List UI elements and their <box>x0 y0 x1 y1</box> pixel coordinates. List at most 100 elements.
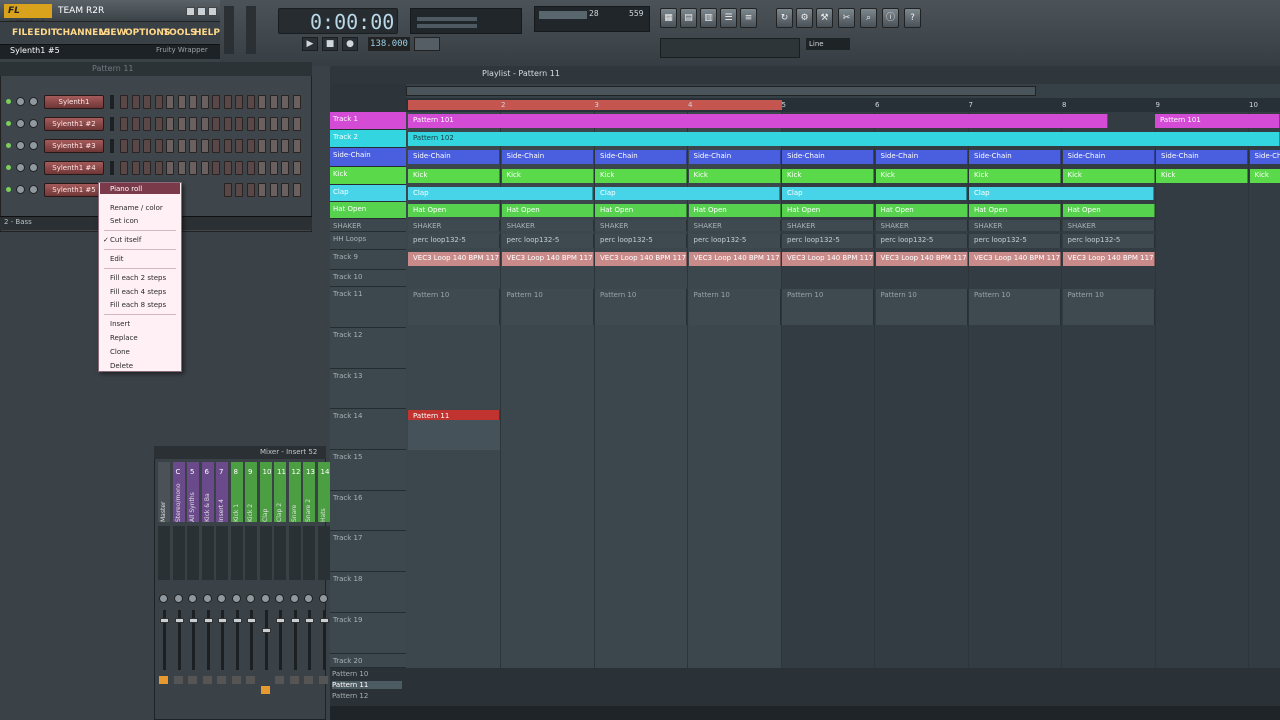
audio-clip[interactable]: VEC3 Loop 140 BPM 117 <box>875 252 968 266</box>
mixer-pan-knob[interactable] <box>173 594 183 603</box>
audio-clip[interactable]: perc loop132-5 <box>875 234 968 248</box>
mixer-pan-knob[interactable] <box>304 594 313 603</box>
track-header[interactable]: Track 11 <box>330 287 406 328</box>
mixer-pan-knob[interactable] <box>217 594 226 603</box>
mixer-pan-knob[interactable] <box>246 594 255 603</box>
audio-clip[interactable]: VEC3 Loop 140 BPM 117 <box>782 252 874 266</box>
step-button[interactable] <box>223 183 232 197</box>
mixer-pan-knob[interactable] <box>231 594 241 603</box>
step-button[interactable] <box>246 117 255 131</box>
channel-button[interactable]: Sylenth1 <box>44 95 104 109</box>
mixer-route-button[interactable] <box>188 676 197 684</box>
mixer-route-button[interactable] <box>275 676 284 684</box>
pattern-clip[interactable]: Pattern 10 <box>1062 289 1155 325</box>
channel-filter[interactable]: 2 - Bass <box>4 218 32 226</box>
step-button[interactable] <box>200 139 209 153</box>
sidechain-clip[interactable]: Side-Chain <box>501 150 594 164</box>
kick-clip[interactable]: Kick <box>501 169 594 183</box>
channel-pan-knob[interactable] <box>16 141 25 150</box>
hat-open-clip[interactable]: Hat Open <box>969 204 1061 217</box>
hat-open-clip[interactable]: Hat Open <box>595 204 687 217</box>
mixer-pan-knob[interactable] <box>318 594 328 603</box>
pattern-clip[interactable]: Pattern 10 <box>782 289 874 325</box>
audio-clip[interactable]: perc loop132-5 <box>501 234 594 248</box>
channel-rack-pattern[interactable]: Pattern 11 <box>92 64 134 73</box>
step-button[interactable] <box>292 161 301 175</box>
audio-clip[interactable]: VEC3 Loop 140 BPM 117 <box>969 252 1061 266</box>
track-header[interactable]: Kick <box>330 167 406 185</box>
channel-volume-knob[interactable] <box>29 97 38 106</box>
playlist-scrollbar[interactable] <box>406 86 1036 96</box>
context-menu-item[interactable]: Insert <box>110 319 130 329</box>
channel-select-indicator[interactable] <box>110 117 114 131</box>
step-button[interactable] <box>292 183 301 197</box>
pattern-clip[interactable]: Pattern 102 <box>408 132 1280 146</box>
pattern-clip[interactable]: Pattern 11 <box>408 410 500 420</box>
mixer-pan-knob[interactable] <box>159 594 168 603</box>
step-button[interactable] <box>177 139 186 153</box>
step-button[interactable] <box>281 139 289 153</box>
sidechain-clip[interactable]: Side-Chain <box>688 150 781 164</box>
step-button[interactable] <box>292 139 301 153</box>
maximize-icon[interactable] <box>197 7 206 16</box>
hat-open-clip[interactable]: Hat Open <box>501 204 594 217</box>
context-menu-item[interactable]: Delete <box>110 361 133 371</box>
channel-volume-knob[interactable] <box>29 141 38 150</box>
channel-mute-led[interactable] <box>6 187 11 192</box>
step-button[interactable] <box>258 117 266 131</box>
mixer-route-button[interactable] <box>260 686 270 694</box>
sidechain-clip[interactable]: Side-Chain <box>595 150 687 164</box>
mixer-pan-knob[interactable] <box>289 594 299 603</box>
channel-mute-led[interactable] <box>6 143 11 148</box>
step-button[interactable] <box>281 117 289 131</box>
audio-clip[interactable]: perc loop132-5 <box>782 234 874 248</box>
channel-pan-knob[interactable] <box>16 119 25 128</box>
clap-clip[interactable]: Clap <box>969 187 1154 200</box>
step-button[interactable] <box>120 95 128 109</box>
step-button[interactable] <box>292 117 301 131</box>
track-header[interactable]: Hat Open <box>330 202 406 219</box>
hat-open-clip[interactable]: Hat Open <box>688 204 781 217</box>
step-button[interactable] <box>269 95 278 109</box>
mixer-route-button[interactable] <box>231 676 241 684</box>
audio-clip[interactable]: perc loop132-5 <box>969 234 1061 248</box>
kick-clip[interactable]: Kick <box>1062 169 1155 183</box>
step-button[interactable] <box>223 117 232 131</box>
track-header[interactable]: HH Loops <box>330 232 406 250</box>
clap-clip[interactable]: Clap <box>595 187 780 200</box>
step-button[interactable] <box>212 161 220 175</box>
audio-clip[interactable]: perc loop132-5 <box>595 234 687 248</box>
context-menu-item[interactable]: Clone <box>110 347 130 357</box>
step-button[interactable] <box>235 95 243 109</box>
mixer-fader[interactable] <box>247 618 256 623</box>
playlist-window-button[interactable]: ▦ <box>660 8 677 28</box>
track-header[interactable]: Track 9 <box>330 250 406 270</box>
track-header[interactable]: Track 18 <box>330 572 406 613</box>
pattern-clip[interactable]: Pattern 101 <box>1155 114 1280 128</box>
audio-clip[interactable]: VEC3 Loop 140 BPM 117 <box>501 252 594 266</box>
horizontal-scrollbar[interactable] <box>330 706 1280 720</box>
menu-edit[interactable]: EDIT <box>34 27 57 39</box>
sidechain-clip[interactable]: Side-Chain <box>969 150 1061 164</box>
clap-clip[interactable]: Clap <box>782 187 967 200</box>
mixer-fader[interactable] <box>203 618 213 623</box>
mixer-fader[interactable] <box>218 618 227 623</box>
channel-pan-knob[interactable] <box>16 185 25 194</box>
step-button[interactable] <box>258 183 266 197</box>
context-menu-item[interactable]: Piano roll <box>110 184 142 194</box>
channel-select-indicator[interactable] <box>110 139 114 153</box>
step-button[interactable] <box>166 161 174 175</box>
channel-volume-knob[interactable] <box>29 163 38 172</box>
mixer-route-button[interactable] <box>246 676 255 684</box>
shaker-clip[interactable]: SHAKER <box>688 220 781 231</box>
step-button[interactable] <box>258 139 266 153</box>
step-button[interactable] <box>258 161 266 175</box>
step-button[interactable] <box>200 95 209 109</box>
record-button[interactable]: ● <box>342 37 358 51</box>
hat-open-clip[interactable]: Hat Open <box>408 204 500 217</box>
pattern-list-item[interactable]: Pattern 10 <box>332 670 368 678</box>
step-button[interactable] <box>166 95 174 109</box>
menu-help[interactable]: HELP <box>194 27 220 39</box>
mixer-pan-knob[interactable] <box>275 594 284 603</box>
help-icon[interactable]: ? <box>904 8 921 28</box>
